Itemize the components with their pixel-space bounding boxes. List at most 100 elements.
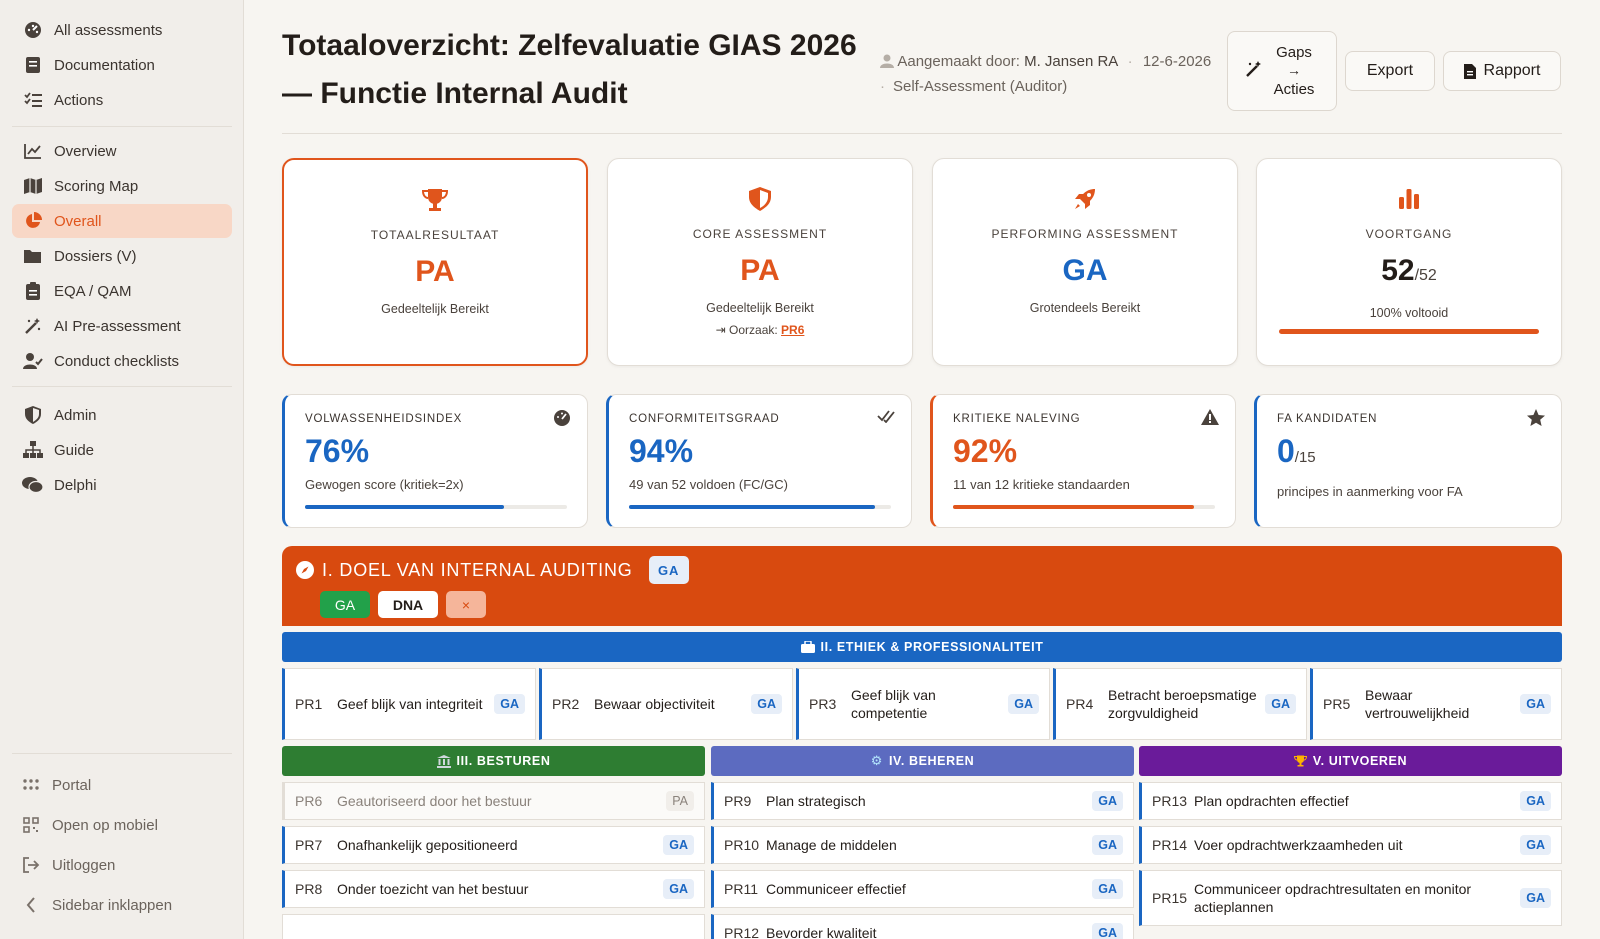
gaps-to-actions-button[interactable]: Gaps → Acties bbox=[1227, 31, 1337, 111]
standard-code: PR9 bbox=[724, 793, 752, 809]
sidebar-item-label: Delphi bbox=[54, 476, 97, 494]
magic-wand-icon bbox=[22, 315, 44, 337]
export-button[interactable]: Export bbox=[1345, 51, 1435, 91]
kpi-bar bbox=[629, 505, 891, 509]
standard-code: PR7 bbox=[295, 837, 323, 853]
sidebar-item-dossiers[interactable]: Dossiers (V) bbox=[12, 239, 232, 273]
sidebar-item-conduct-checklists[interactable]: Conduct checklists bbox=[12, 344, 232, 378]
standard-pr7[interactable]: PR7 Onafhankelijk gepositioneerd GA bbox=[282, 826, 705, 864]
created-by-value: M. Jansen RA bbox=[1024, 53, 1118, 70]
comments-icon bbox=[22, 474, 44, 496]
filter-close[interactable]: × bbox=[446, 591, 486, 618]
domain-doel-header: I. DOEL VAN INTERNAL AUDITING GA GA DNA … bbox=[282, 546, 1562, 626]
sidebar-item-documentation[interactable]: Documentation bbox=[12, 48, 232, 82]
filter-dna[interactable]: DNA bbox=[378, 591, 438, 618]
double-check-icon bbox=[877, 409, 895, 428]
sidebar-item-eqa-qam[interactable]: EQA / QAM bbox=[12, 274, 232, 308]
arrow-in-icon: ⇥ bbox=[715, 323, 726, 337]
sidebar-footer-label: Sidebar inklappen bbox=[52, 896, 173, 914]
standard-pr10[interactable]: PR10 Manage de middelen GA bbox=[711, 826, 1134, 864]
kpi-label: KRITIEKE NALEVING bbox=[953, 413, 1081, 425]
sidebar-item-overall[interactable]: Overall bbox=[12, 204, 232, 238]
progress-bar bbox=[1279, 329, 1539, 334]
sidebar-divider bbox=[12, 753, 232, 754]
standard-pr6[interactable]: PR6 Geautoriseerd door het bestuur PA bbox=[282, 782, 705, 820]
card-value: PA bbox=[740, 254, 780, 287]
page-title: Totaaloverzicht: Zelfevaluatie GIAS 2026… bbox=[282, 29, 857, 110]
kpi-sub: Gewogen score (kritiek=2x) bbox=[305, 477, 464, 492]
standard-pr11[interactable]: PR11 Communiceer effectief GA bbox=[711, 870, 1134, 908]
card-sub: Grotendeels Bereikt bbox=[1029, 301, 1141, 315]
qr-code-icon bbox=[20, 814, 42, 836]
sidebar-item-guide[interactable]: Guide bbox=[12, 433, 232, 467]
standard-pr12[interactable]: PR12 Bevorder kwaliteit GA bbox=[711, 914, 1134, 939]
standard-pr15[interactable]: PR15 Communiceer opdrachtresultaten en mo… bbox=[1139, 870, 1562, 926]
card-totaalresultaat: TOTAALRESULTAAT PA Gedeeltelijk Bereikt bbox=[282, 158, 588, 366]
domain-uitvoeren-header: V. UITVOEREN bbox=[1139, 746, 1562, 776]
grade-badge: GA bbox=[1265, 694, 1296, 714]
acties-label: Acties bbox=[1273, 80, 1315, 98]
domain-title-text: III. BESTUREN bbox=[456, 754, 551, 768]
kpi-volwassenheidsindex: VOLWASSENHEIDSINDEX 76% Gewogen score (k… bbox=[282, 394, 588, 528]
sidebar-item-ai-pre-assessment[interactable]: AI Pre-assessment bbox=[12, 309, 232, 343]
briefcase-icon bbox=[800, 641, 815, 653]
book-icon bbox=[22, 54, 44, 76]
card-performing-assessment: PERFORMING ASSESSMENT GA Grotendeels Ber… bbox=[932, 158, 1238, 366]
rapport-button[interactable]: Rapport bbox=[1443, 51, 1561, 91]
standard-code: PR1 bbox=[295, 696, 323, 712]
domain-ethiek-header: II. ETHIEK & PROFESSIONALITEIT bbox=[282, 632, 1562, 662]
sidebar-item-all-assessments[interactable]: All assessments bbox=[12, 13, 232, 47]
sidebar-divider bbox=[12, 126, 232, 127]
standard-pr9[interactable]: PR9 Plan strategisch GA bbox=[711, 782, 1134, 820]
card-label: VOORTGANG bbox=[1365, 227, 1453, 241]
standard-pr4[interactable]: PR4 Betracht beroepsmatige zorgvuldigheid… bbox=[1053, 668, 1307, 740]
standard-name: Bevorder kwaliteit bbox=[766, 925, 877, 939]
standard-code: PR3 bbox=[809, 696, 837, 712]
standard-name: Communiceer effectief bbox=[766, 881, 906, 897]
standard-pr5[interactable]: PR5 Bewaar vertrouwelijkheid GA bbox=[1310, 668, 1562, 740]
grade-badge: GA bbox=[663, 879, 694, 899]
card-value: PA bbox=[415, 255, 455, 288]
clipboard-icon bbox=[22, 280, 44, 302]
standard-pr13[interactable]: PR13 Plan opdrachten effectief GA bbox=[1139, 782, 1562, 820]
grade-badge: PA bbox=[666, 791, 694, 811]
standard-pr2[interactable]: PR2 Bewaar objectiviteit GA bbox=[539, 668, 793, 740]
trophy-icon bbox=[284, 188, 586, 216]
cause-label: Oorzaak: bbox=[729, 323, 778, 337]
sidebar-footer-logout[interactable]: Uitloggen bbox=[12, 848, 232, 882]
created-by-label: Aangemaakt door: bbox=[897, 53, 1020, 70]
file-icon bbox=[1463, 63, 1476, 79]
sidebar-item-overview[interactable]: Overview bbox=[12, 134, 232, 168]
sidebar-item-delphi[interactable]: Delphi bbox=[12, 468, 232, 502]
domain-title-text: IV. BEHEREN bbox=[888, 754, 975, 768]
grade-badge: GA bbox=[1092, 791, 1123, 811]
domain-column-filler bbox=[282, 914, 705, 939]
fa-total: /15 bbox=[1294, 449, 1316, 466]
filter-ga[interactable]: GA bbox=[320, 591, 370, 618]
sidebar-footer-label: Open op mobiel bbox=[52, 816, 158, 834]
sidebar-collapse-button[interactable]: Sidebar inklappen bbox=[12, 888, 232, 922]
sidebar-footer-open-mobile[interactable]: Open op mobiel bbox=[12, 808, 232, 842]
cause-link-pr6[interactable]: PR6 bbox=[781, 323, 804, 337]
standard-pr8[interactable]: PR8 Onder toezicht van het bestuur GA bbox=[282, 870, 705, 908]
standard-pr14[interactable]: PR14 Voer opdrachtwerkzaamheden uit GA bbox=[1139, 826, 1562, 864]
sidebar-divider bbox=[12, 386, 232, 387]
shield-half-icon bbox=[608, 187, 912, 215]
sidebar-footer-portal[interactable]: Portal bbox=[12, 768, 232, 802]
kpi-value: 94% bbox=[629, 433, 694, 469]
sidebar-item-label: Overview bbox=[54, 142, 117, 160]
sidebar: All assessments Documentation Actions Ov… bbox=[0, 0, 244, 939]
grid-icon bbox=[20, 774, 42, 796]
sidebar-item-label: EQA / QAM bbox=[54, 282, 132, 300]
arrow-label: → bbox=[1287, 61, 1301, 78]
sidebar-item-label: Conduct checklists bbox=[54, 352, 180, 370]
standard-name: Bewaar objectiviteit bbox=[594, 696, 715, 712]
sidebar-item-admin[interactable]: Admin bbox=[12, 398, 232, 432]
sidebar-item-scoring-map[interactable]: Scoring Map bbox=[12, 169, 232, 203]
rocket-icon bbox=[933, 187, 1237, 215]
standard-pr3[interactable]: PR3 Geef blijk van competentie GA bbox=[796, 668, 1050, 740]
grade-badge: GA bbox=[1092, 923, 1123, 939]
sidebar-item-actions[interactable]: Actions bbox=[12, 83, 232, 117]
kpi-value: 0/15 bbox=[1277, 433, 1541, 476]
standard-pr1[interactable]: PR1 Geef blijk van integriteit GA bbox=[282, 668, 536, 740]
